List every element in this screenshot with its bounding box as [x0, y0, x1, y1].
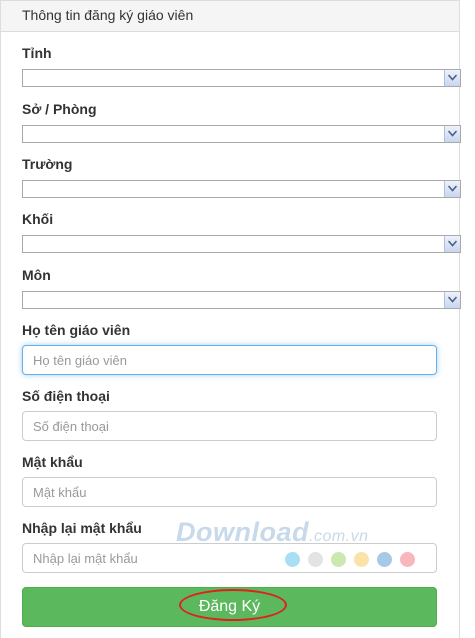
- chevron-down-icon[interactable]: [444, 181, 460, 197]
- department-select[interactable]: [22, 125, 461, 143]
- register-button[interactable]: Đăng Ký: [22, 587, 437, 627]
- school-select[interactable]: [22, 180, 461, 198]
- confirm-password-input[interactable]: [22, 543, 437, 573]
- chevron-down-icon[interactable]: [444, 292, 460, 308]
- panel-heading: Thông tin đăng ký giáo viên: [1, 1, 459, 32]
- password-input[interactable]: [22, 477, 437, 507]
- subject-select[interactable]: [22, 291, 461, 309]
- confirm-password-label: Nhập lại mật khẩu: [22, 520, 142, 536]
- chevron-down-icon[interactable]: [444, 70, 460, 86]
- province-label: Tỉnh: [22, 45, 52, 61]
- phone-input[interactable]: [22, 411, 437, 441]
- registration-panel: Thông tin đăng ký giáo viên Tỉnh Sở / Ph…: [0, 0, 461, 638]
- teacher-name-input[interactable]: [22, 345, 437, 375]
- subject-label: Môn: [22, 267, 51, 283]
- phone-label: Số điện thoại: [22, 388, 110, 404]
- department-label: Sở / Phòng: [22, 101, 97, 117]
- teacher-name-label: Họ tên giáo viên: [22, 322, 131, 338]
- school-label: Trường: [22, 156, 73, 172]
- province-select[interactable]: [22, 69, 461, 87]
- chevron-down-icon[interactable]: [444, 126, 460, 142]
- password-label: Mật khẩu: [22, 454, 83, 470]
- grade-label: Khối: [22, 211, 54, 227]
- grade-select[interactable]: [22, 235, 461, 253]
- chevron-down-icon[interactable]: [444, 236, 460, 252]
